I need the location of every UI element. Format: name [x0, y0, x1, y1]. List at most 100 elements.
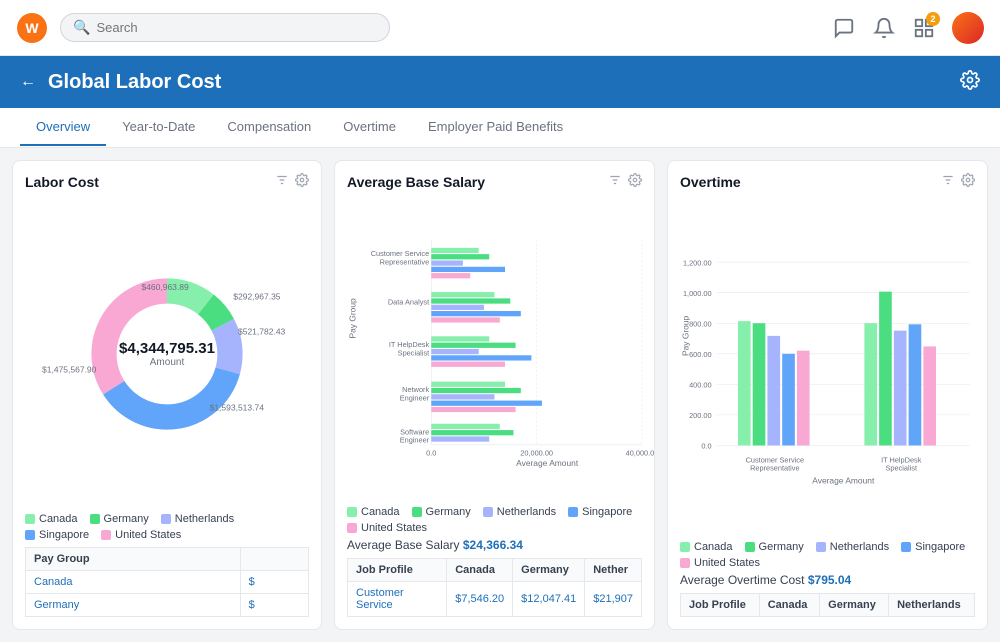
- legend-germany-salary: Germany: [412, 506, 471, 518]
- tab-employer-paid-benefits[interactable]: Employer Paid Benefits: [412, 109, 579, 146]
- back-button[interactable]: ←: [20, 73, 36, 91]
- table-cell-canada[interactable]: Canada: [26, 571, 241, 594]
- settings-card-icon[interactable]: [295, 173, 309, 190]
- legend-dot: [901, 542, 911, 552]
- filter-icon-overtime[interactable]: [941, 173, 955, 190]
- bar-ot-csr-germany: [753, 323, 766, 445]
- col-job-profile: Job Profile: [348, 559, 447, 582]
- filter-icon-salary[interactable]: [608, 173, 622, 190]
- svg-text:800.00: 800.00: [689, 319, 712, 328]
- avg-salary-header: Average Base Salary: [347, 173, 642, 190]
- legend-dot: [816, 542, 826, 552]
- table-row: Customer Service $7,546.20 $12,047.41 $2…: [348, 582, 642, 617]
- bar-ot-it-canada: [864, 323, 877, 445]
- cell-netherlands-cs: $21,907: [585, 582, 642, 617]
- tab-overview[interactable]: Overview: [20, 109, 106, 146]
- overtime-chart-area: Pay Group 1,200.00 1,000.00 800.00 600.0…: [680, 198, 975, 537]
- tab-year-to-date[interactable]: Year-to-Date: [106, 109, 211, 146]
- bar-it-canada: [431, 336, 489, 341]
- overtime-card: Overtime Pay Group 1,200.00 1,000.00 800…: [667, 160, 988, 630]
- svg-text:0.0: 0.0: [701, 442, 711, 451]
- legend-dot: [568, 507, 578, 517]
- svg-text:Engineer: Engineer: [400, 436, 430, 445]
- labor-cost-header: Labor Cost: [25, 173, 309, 190]
- search-icon: 🔍: [73, 19, 90, 36]
- legend-netherlands: Netherlands: [161, 513, 234, 525]
- tab-overtime[interactable]: Overtime: [327, 109, 412, 146]
- settings-icon-salary[interactable]: [628, 173, 642, 190]
- chat-icon[interactable]: [832, 16, 856, 40]
- workday-logo[interactable]: W: [16, 12, 48, 44]
- bar-ot-csr-us: [797, 351, 810, 446]
- bar-ne-singapore: [431, 401, 542, 406]
- legend-netherlands-ot: Netherlands: [816, 541, 889, 553]
- bar-csr-germany: [431, 254, 489, 259]
- bar-it-germany: [431, 343, 515, 348]
- table-cell-germany[interactable]: Germany: [26, 594, 241, 617]
- cell-germany-cs: $12,047.41: [513, 582, 585, 617]
- labor-cost-card: Labor Cost: [12, 160, 322, 630]
- legend-us-salary: United States: [347, 522, 427, 534]
- user-avatar[interactable]: [952, 12, 984, 44]
- bar-ot-it-singapore: [909, 324, 922, 445]
- settings-icon-overtime[interactable]: [961, 173, 975, 190]
- legend-singapore-salary: Singapore: [568, 506, 632, 518]
- svg-text:1,200.00: 1,200.00: [683, 258, 712, 267]
- bar-da-singapore: [431, 311, 521, 316]
- legend-dot-singapore: [25, 530, 35, 540]
- legend-singapore-ot: Singapore: [901, 541, 965, 553]
- apps-icon[interactable]: 2: [912, 16, 936, 40]
- bar-csr-singapore: [431, 267, 505, 272]
- legend-netherlands-salary: Netherlands: [483, 506, 556, 518]
- bar-ne-us: [431, 407, 515, 412]
- svg-text:400.00: 400.00: [689, 381, 712, 390]
- avg-salary-table: Job Profile Canada Germany Nether Custom…: [347, 558, 642, 617]
- bar-ot-it-us: [923, 346, 936, 445]
- bar-csr-us: [431, 273, 470, 278]
- cell-job-customer[interactable]: Customer Service: [348, 582, 447, 617]
- legend-us-ot: United States: [680, 557, 760, 569]
- bar-ot-it-germany: [879, 292, 892, 446]
- overtime-header: Overtime: [680, 173, 975, 190]
- search-input[interactable]: [96, 20, 377, 35]
- table-row: Germany $: [26, 594, 309, 617]
- ot-col-germany: Germany: [820, 594, 889, 617]
- search-bar[interactable]: 🔍: [60, 13, 390, 42]
- svg-text:Data Analyst: Data Analyst: [388, 298, 429, 307]
- donut-svg: [77, 264, 257, 444]
- labor-cost-title: Labor Cost: [25, 174, 275, 190]
- svg-text:Specialist: Specialist: [886, 464, 918, 473]
- table-cell-germany-amount: $: [240, 594, 308, 617]
- svg-text:200.00: 200.00: [689, 411, 712, 420]
- bar-ot-csr-singapore: [782, 354, 795, 446]
- bar-se-canada: [431, 424, 499, 429]
- legend-dot: [680, 542, 690, 552]
- bar-it-us: [431, 362, 505, 367]
- settings-icon[interactable]: [960, 70, 980, 95]
- svg-text:Specialist: Specialist: [398, 348, 430, 357]
- svg-text:Average Amount: Average Amount: [516, 458, 579, 468]
- bar-da-germany: [431, 298, 510, 303]
- tab-compensation[interactable]: Compensation: [211, 109, 327, 146]
- avg-salary-icons: [608, 173, 642, 190]
- bar-da-us: [431, 317, 499, 322]
- labor-cost-table: Pay Group Canada $ Germany $: [25, 547, 309, 617]
- legend-singapore: Singapore: [25, 529, 89, 541]
- overtime-title: Overtime: [680, 174, 941, 190]
- svg-text:Engineer: Engineer: [400, 394, 430, 403]
- legend-dot-us: [101, 530, 111, 540]
- avg-salary-chart-area: Pay Group Average Amount 0.0 20,000.00 4…: [347, 198, 642, 502]
- bar-da-canada: [431, 292, 494, 297]
- legend-germany: Germany: [90, 513, 149, 525]
- bar-ot-csr-canada: [738, 321, 751, 445]
- col-germany: Germany: [513, 559, 585, 582]
- bell-icon[interactable]: [872, 16, 896, 40]
- page-title: Global Labor Cost: [48, 71, 221, 94]
- svg-text:W: W: [25, 20, 39, 36]
- ot-col-job: Job Profile: [681, 594, 760, 617]
- svg-text:40,000.00: 40,000.00: [626, 448, 655, 457]
- ot-col-canada: Canada: [759, 594, 819, 617]
- legend-canada-salary: Canada: [347, 506, 400, 518]
- bar-se-germany: [431, 430, 513, 435]
- filter-icon[interactable]: [275, 173, 289, 190]
